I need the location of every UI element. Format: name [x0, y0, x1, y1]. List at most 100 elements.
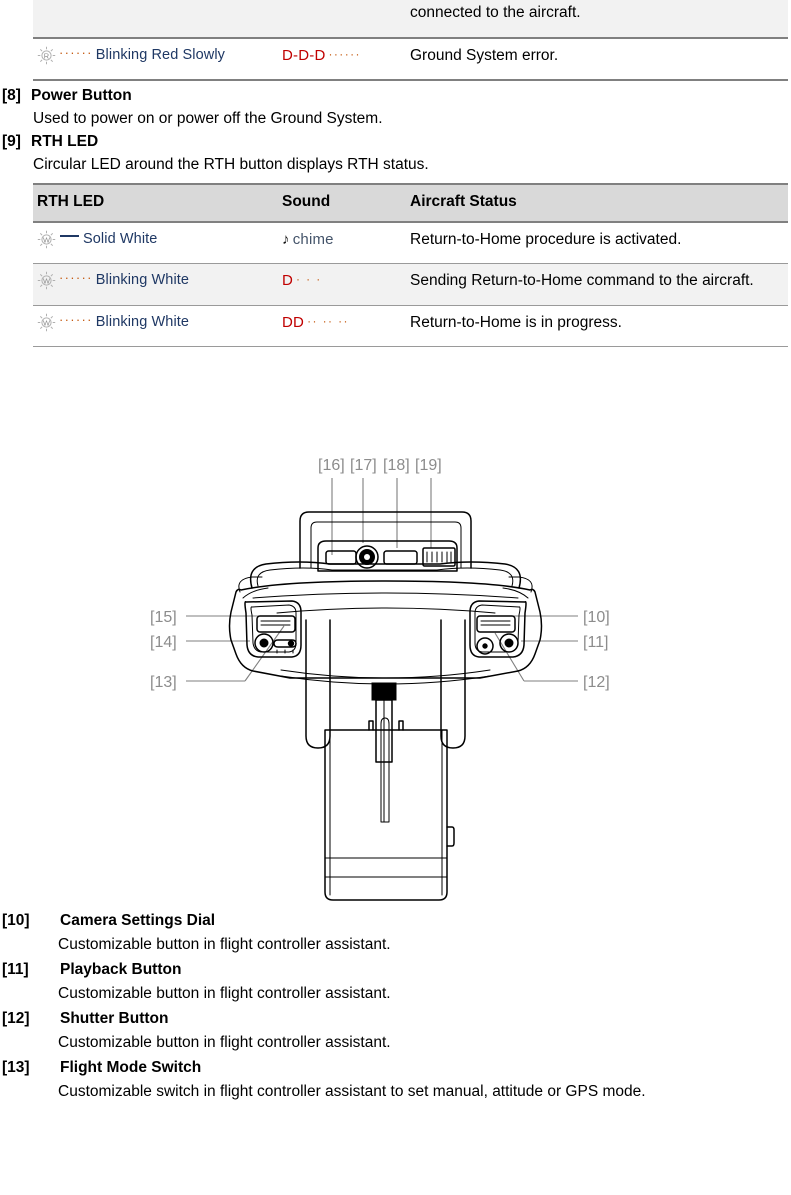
- sound-pattern: D-D-D ······: [282, 47, 361, 64]
- svg-text:W: W: [43, 236, 50, 245]
- status-cell: Return-to-Home is in progress.: [410, 313, 622, 331]
- section-body: Circular LED around the RTH button displ…: [33, 156, 429, 174]
- led-cell: R ······ Blinking Red Slowly: [33, 38, 278, 80]
- led-cell: W Solid White: [33, 222, 278, 264]
- sound-code: DD: [282, 313, 305, 331]
- numbered-sections-8-9: [8] Power Button Used to power on or pow…: [0, 87, 791, 176]
- callout-labels: [16] [17] [18] [19] [15] [14] [13] [10] …: [150, 457, 610, 691]
- svg-text:R: R: [44, 52, 49, 61]
- item-number: [10]: [2, 912, 30, 929]
- sound-cell: ♪ chime: [278, 222, 406, 264]
- section-9: [9] RTH LED Circular LED around the RTH …: [0, 133, 791, 176]
- controller-illustration: [228, 511, 543, 901]
- led-lamp-white-icon: W: [37, 313, 56, 332]
- sound-pattern: DD ·· ·· ··: [282, 314, 349, 331]
- item-number: [13]: [2, 1059, 30, 1076]
- led-cell: [33, 0, 278, 38]
- item-heading: [11] Playback Button: [0, 961, 791, 979]
- item-body: Customizable switch in flight controller…: [58, 1083, 646, 1100]
- led-indicator-blinking-red-slowly: R ······ Blinking Red Slowly: [37, 45, 225, 66]
- item-title: Camera Settings Dial: [60, 912, 216, 929]
- sound-cell: D · · ·: [278, 264, 406, 305]
- column-header-rth-led: RTH LED: [37, 193, 105, 211]
- music-note-icon: ♪: [282, 230, 290, 248]
- section-heading: [9] RTH LED: [0, 133, 791, 151]
- led-lamp-white-icon: W: [37, 271, 56, 290]
- callout-19: [19]: [415, 457, 442, 474]
- sound-dots: ·· ·· ··: [307, 313, 349, 328]
- led-label: Blinking White: [95, 272, 190, 289]
- sound-cell: [278, 0, 406, 38]
- sound-code: D: [282, 272, 294, 290]
- status-cell: connected to the aircraft.: [410, 4, 581, 21]
- ground-system-remote-controller-diagram: [16] [17] [18] [19] [15] [14] [13] [10] …: [0, 440, 791, 910]
- sound-text: chime: [292, 230, 334, 248]
- sound-cell: D-D-D ······: [278, 38, 406, 80]
- item-number: [11]: [2, 961, 29, 978]
- callout-11: [11]: [583, 634, 609, 651]
- item-body: Customizable button in flight controller…: [58, 936, 391, 953]
- table-header-row: RTH LED Sound Aircraft Status: [33, 184, 788, 222]
- svg-text:W: W: [43, 318, 50, 327]
- led-blink-dashes: ······: [59, 270, 93, 286]
- callout-10: [10]: [583, 609, 610, 626]
- led-lamp-white-icon: W: [37, 230, 56, 249]
- sound-cell: DD ·· ·· ··: [278, 305, 406, 346]
- item-13: [13] Flight Mode Switch Customizable swi…: [0, 1059, 791, 1103]
- table-row: W ······ Blinking White D · · · Sending R…: [33, 263, 788, 306]
- section-8: [8] Power Button Used to power on or pow…: [0, 87, 791, 130]
- callout-leader-lines: [186, 478, 578, 682]
- item-10: [10] Camera Settings Dial Customizable b…: [0, 912, 791, 956]
- led-label: Blinking White: [95, 313, 190, 330]
- led-blink-dashes: ······: [59, 311, 93, 327]
- status-cell: Sending Return-to-Home command to the ai…: [410, 272, 754, 290]
- section-heading: [8] Power Button: [0, 87, 791, 105]
- section-number: [8]: [2, 87, 21, 105]
- callout-12: [12]: [583, 674, 610, 691]
- item-heading: [13] Flight Mode Switch: [0, 1059, 791, 1077]
- section-number: [9]: [2, 133, 21, 151]
- callout-16: [16]: [318, 457, 345, 474]
- item-title: Playback Button: [60, 961, 182, 978]
- sound-pattern: D · · ·: [282, 272, 322, 289]
- numbered-items-10-13: [10] Camera Settings Dial Customizable b…: [0, 912, 791, 1103]
- column-header-aircraft-status: Aircraft Status: [410, 193, 517, 211]
- led-label: Solid White: [83, 230, 158, 247]
- svg-text:W: W: [43, 277, 50, 286]
- callout-13: [13]: [150, 674, 177, 691]
- item-heading: [10] Camera Settings Dial: [0, 912, 791, 930]
- item-title: Shutter Button: [60, 1010, 169, 1027]
- callout-14: [14]: [150, 634, 177, 651]
- table-row: R ······ Blinking Red Slowly D-D-D ······…: [33, 38, 788, 81]
- status-cell: Return-to-Home procedure is activated.: [410, 230, 682, 248]
- rth-led-table: RTH LED Sound Aircraft Status W Solid Wh…: [33, 183, 788, 347]
- item-heading: [12] Shutter Button: [0, 1010, 791, 1028]
- table-row: connected to the aircraft.: [33, 0, 788, 38]
- status-cell: Ground System error.: [410, 47, 559, 64]
- led-indicator-blinking-white: W ······ Blinking White: [37, 312, 189, 333]
- section-body: Used to power on or power off the Ground…: [33, 110, 383, 128]
- led-blink-dashes: ······: [59, 45, 93, 61]
- table-row: W ······ Blinking White DD ·· ·· ·· Retur…: [33, 305, 788, 347]
- sound-dots: ······: [328, 47, 361, 61]
- sound-code: D-D-D: [282, 47, 326, 64]
- callout-17: [17]: [350, 457, 377, 474]
- item-11: [11] Playback Button Customizable button…: [0, 961, 791, 1005]
- item-title: Flight Mode Switch: [60, 1059, 202, 1076]
- led-indicator-blinking-white: W ······ Blinking White: [37, 270, 189, 291]
- table-row: W Solid White ♪ chime Return-to-Home proc…: [33, 222, 788, 264]
- callout-15: [15]: [150, 609, 177, 626]
- sound-pattern: ♪ chime: [282, 231, 334, 248]
- led-solid-bar: [60, 235, 79, 238]
- section-title: Power Button: [31, 87, 132, 105]
- led-status-table-continued: connected to the aircraft. R ······ Blin…: [33, 0, 788, 81]
- led-cell: W ······ Blinking White: [33, 264, 278, 305]
- section-title: RTH LED: [31, 133, 99, 151]
- item-body: Customizable button in flight controller…: [58, 985, 391, 1002]
- item-12: [12] Shutter Button Customizable button …: [0, 1010, 791, 1054]
- column-header-sound: Sound: [282, 193, 331, 211]
- item-number: [12]: [2, 1010, 30, 1027]
- item-body: Customizable button in flight controller…: [58, 1034, 391, 1051]
- led-indicator-solid-white: W Solid White: [37, 229, 157, 250]
- led-lamp-red-icon: R: [37, 46, 56, 65]
